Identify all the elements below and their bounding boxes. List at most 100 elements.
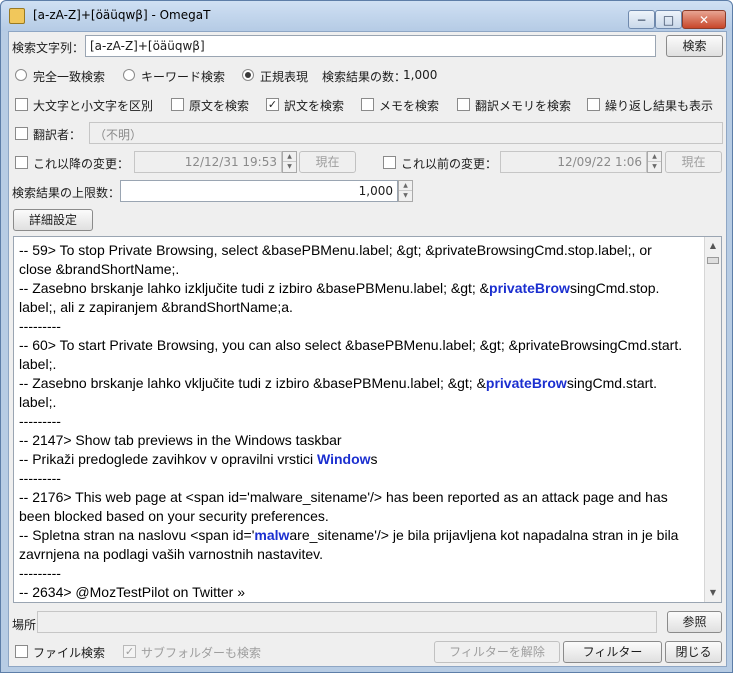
option-search-source-checkbox[interactable]: [171, 98, 184, 111]
result-text-segment: are_sitename'/> je bila prijavljena kot …: [289, 527, 679, 543]
result-line: label;, ali z zapiranjem &brandShortName…: [19, 298, 702, 317]
result-line: been blocked based on your security pref…: [19, 507, 702, 526]
changed-after-now-button[interactable]: 現在: [299, 151, 356, 173]
clear-filter-button[interactable]: フィルターを解除: [434, 641, 560, 663]
result-line: -- Spletna stran na naslovu <span id='ma…: [19, 526, 702, 545]
changed-after-date-input[interactable]: 12/12/31 19:53: [134, 151, 282, 173]
result-text-segment: zavrnjena na podlagi vaših varnostnih na…: [19, 546, 324, 562]
radio-regex-label: 正規表現: [260, 70, 309, 84]
title-bar[interactable]: [a-zA-Z]+[öäüqwβ] - OmegaT − □ ✕: [1, 1, 732, 31]
radio-regex[interactable]: [242, 69, 254, 81]
result-text-segment: -- 2147> Show tab previews in the Window…: [19, 432, 342, 448]
result-line: label;.: [19, 393, 702, 412]
filter-button[interactable]: フィルター: [563, 641, 662, 663]
close-window-button[interactable]: ✕: [682, 10, 726, 29]
subfolder-label: サブフォルダーも検索: [141, 646, 262, 660]
result-text-segment: s: [370, 451, 378, 467]
maximize-button[interactable]: □: [655, 10, 682, 29]
search-button[interactable]: 検索: [666, 35, 723, 57]
result-text-segment: -- Prikaži predoglede zavihkov v opravil…: [19, 451, 317, 467]
option-show-repetitions-label: 繰り返し結果も表示: [605, 99, 714, 113]
changed-before-checkbox[interactable]: [383, 156, 396, 169]
window-title: [a-zA-Z]+[öäüqwβ] - OmegaT: [33, 8, 211, 22]
file-search-label: ファイル検索: [33, 646, 106, 660]
result-line: -- 59> To stop Private Browsing, select …: [19, 241, 702, 260]
match-highlight: privateBrow: [489, 280, 570, 296]
result-text-segment: been blocked based on your security pref…: [19, 508, 329, 524]
option-search-target-label: 訳文を検索: [284, 99, 345, 113]
match-highlight: malw: [254, 527, 290, 543]
scroll-up-arrow-icon[interactable]: ▲: [705, 238, 721, 254]
changed-after-checkbox[interactable]: [15, 156, 28, 169]
result-text-segment: close &brandShortName;.: [19, 261, 180, 277]
browse-button[interactable]: 参照: [667, 611, 722, 633]
changed-before-date-input[interactable]: 12/09/22 1:06: [500, 151, 647, 173]
radio-keyword-label: キーワード検索: [141, 70, 226, 84]
option-search-source-label: 原文を検索: [189, 99, 250, 113]
search-input[interactable]: [a-zA-Z]+[öäüqwβ]: [85, 35, 656, 57]
option-show-repetitions-checkbox[interactable]: [587, 98, 600, 111]
spinner-down-icon[interactable]: ▼: [399, 191, 412, 201]
minimize-button[interactable]: −: [628, 10, 655, 29]
changed-before-spinner[interactable]: ▲ ▼: [647, 151, 662, 173]
result-text-segment: -- 2634> @MozTestPilot on Twitter »: [19, 584, 245, 600]
search-panel: 検索文字列： [a-zA-Z]+[öäüqwβ] 検索 完全一致検索 キーワード…: [8, 31, 727, 667]
result-text-segment: label;.: [19, 356, 57, 372]
omegat-app-icon: [9, 8, 25, 24]
translator-label: 翻訳者：: [33, 128, 82, 142]
result-text-segment: -- Zasebno brskanje lahko vključite tudi…: [19, 375, 486, 391]
result-text-segment: -- 2176> This web page at <span id='malw…: [19, 489, 668, 505]
result-line: -- Prikaži predoglede zavihkov v opravil…: [19, 450, 702, 469]
close-button[interactable]: 閉じる: [665, 641, 722, 663]
result-line: ---------: [19, 317, 702, 336]
spinner-down-icon[interactable]: ▼: [648, 162, 661, 172]
scroll-down-arrow-icon[interactable]: ▼: [705, 585, 721, 601]
result-text-segment: label;, ali z zapiranjem &brandShortName…: [19, 299, 293, 315]
result-text-segment: -- Zasebno brskanje lahko izključite tud…: [19, 280, 490, 296]
radio-keyword[interactable]: [123, 69, 135, 81]
spinner-down-icon[interactable]: ▼: [283, 162, 296, 172]
option-search-notes-checkbox[interactable]: [361, 98, 374, 111]
result-text-segment: singCmd.start.: [566, 375, 658, 391]
spinner-up-icon[interactable]: ▲: [399, 181, 412, 191]
result-text-segment: ---------: [19, 565, 61, 581]
result-limit-spinner[interactable]: ▲ ▼: [398, 180, 413, 202]
result-limit-input[interactable]: 1,000: [120, 180, 398, 202]
option-search-target-checkbox[interactable]: ✓: [266, 98, 279, 111]
minimize-icon: −: [636, 13, 647, 27]
location-input[interactable]: [37, 611, 657, 633]
maximize-icon: □: [662, 13, 675, 27]
result-limit-label: 検索結果の上限数：: [12, 186, 121, 200]
spinner-up-icon[interactable]: ▲: [648, 152, 661, 162]
advanced-settings-button[interactable]: 詳細設定: [13, 209, 93, 231]
option-search-tm-checkbox[interactable]: [457, 98, 470, 111]
result-text-segment: singCmd.stop.: [569, 280, 660, 296]
search-results-pane[interactable]: -- 59> To stop Private Browsing, select …: [13, 236, 722, 603]
translator-checkbox[interactable]: [15, 127, 28, 140]
subfolder-checkbox[interactable]: ✓: [123, 645, 136, 658]
result-line: close &brandShortName;.: [19, 260, 702, 279]
result-text-segment: -- Spletna stran na naslovu <span id=': [19, 527, 255, 543]
result-line: ---------: [19, 412, 702, 431]
file-search-checkbox[interactable]: [15, 645, 28, 658]
match-highlight: privateBrow: [485, 375, 567, 391]
result-text-segment: -- 60> To start Private Browsing, you ca…: [19, 337, 683, 353]
result-line: ---------: [19, 564, 702, 583]
omegat-search-window: [a-zA-Z]+[öäüqwβ] - OmegaT − □ ✕ 検索文字列： …: [0, 0, 733, 673]
translator-input[interactable]: （不明）: [89, 122, 723, 144]
result-line: label;.: [19, 355, 702, 374]
radio-exact[interactable]: [15, 69, 27, 81]
result-count-label: 検索結果の数：: [322, 70, 407, 84]
option-case-sensitive-label: 大文字と小文字を区別: [33, 99, 154, 113]
spinner-up-icon[interactable]: ▲: [283, 152, 296, 162]
result-line: -- Zasebno brskanje lahko vključite tudi…: [19, 374, 702, 393]
scroll-thumb[interactable]: [707, 257, 719, 264]
changed-after-spinner[interactable]: ▲ ▼: [282, 151, 297, 173]
results-vertical-scrollbar[interactable]: ▲ ▼: [704, 237, 721, 602]
changed-before-now-button[interactable]: 現在: [665, 151, 722, 173]
match-highlight: Window: [317, 451, 371, 467]
result-count: 1,000: [403, 68, 438, 82]
result-line: -- 60> To start Private Browsing, you ca…: [19, 336, 702, 355]
search-results-text[interactable]: -- 59> To stop Private Browsing, select …: [19, 241, 702, 602]
option-case-sensitive-checkbox[interactable]: [15, 98, 28, 111]
